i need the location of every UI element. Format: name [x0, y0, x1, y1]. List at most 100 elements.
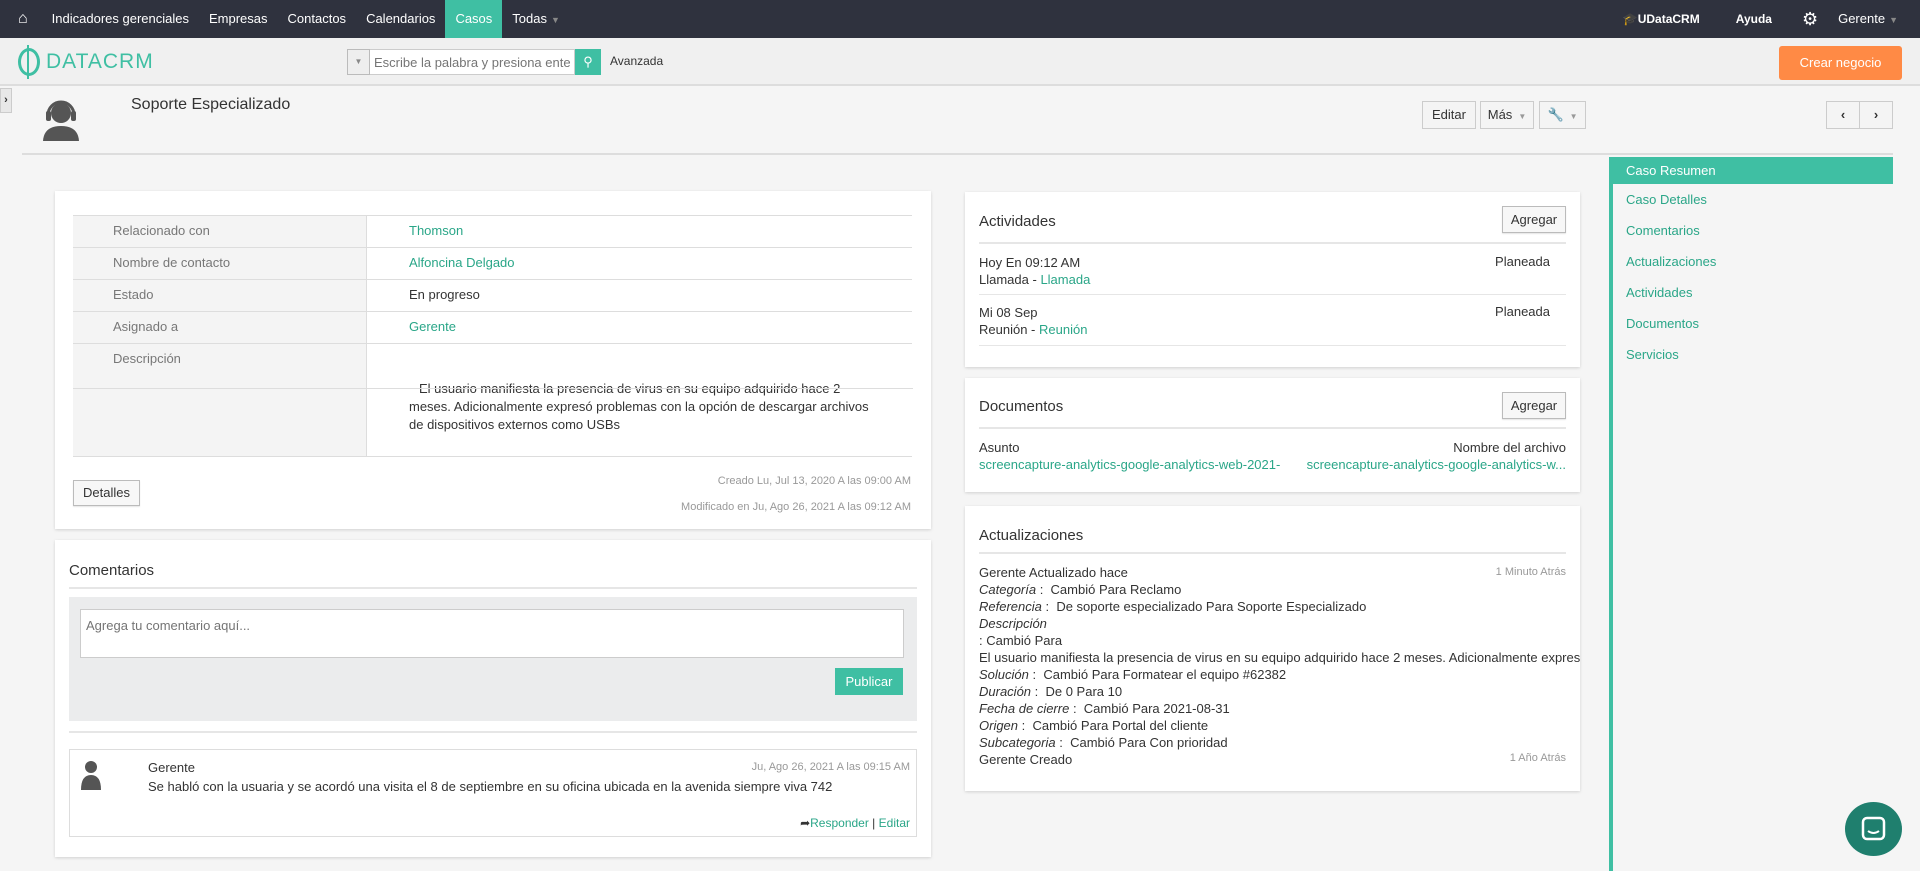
activity-link[interactable]: Llamada: [1040, 272, 1090, 287]
field-label: Estado: [73, 280, 367, 311]
settings-dropdown[interactable]: 🔧▼: [1539, 101, 1586, 129]
update-change: Subcategoria : Cambió Para Con prioridad: [979, 734, 1580, 751]
change-field: Categoría: [979, 582, 1036, 597]
separator: [979, 345, 1566, 346]
publish-button[interactable]: Publicar: [835, 668, 903, 695]
add-document-button[interactable]: Agregar: [1502, 392, 1566, 419]
documents-card: Documentos Agregar Asuntoscreencapture-a…: [965, 378, 1580, 492]
created-time: 1 Año Atrás: [1510, 752, 1566, 764]
field-row: Nombre de contacto Alfoncina Delgado: [73, 248, 912, 280]
create-deal-button[interactable]: Crear negocio: [1779, 46, 1902, 80]
change-field: Descripción: [979, 616, 1047, 631]
advanced-search-link[interactable]: Avanzada: [610, 54, 663, 68]
updates-title: Actualizaciones: [979, 527, 1083, 544]
field-label: Nombre de contacto: [73, 248, 367, 279]
udatacrm-link[interactable]: 🎓UDataCRM: [1613, 0, 1726, 38]
contact-link[interactable]: Alfoncina Delgado: [409, 255, 515, 270]
user-menu[interactable]: Gerente▼: [1828, 0, 1920, 38]
field-label: Asignado a: [73, 312, 367, 343]
gear-icon[interactable]: ⚙: [1792, 0, 1828, 38]
document-file-link[interactable]: screencapture-analytics-google-analytics…: [1307, 457, 1566, 472]
assigned-to-link[interactable]: Gerente: [409, 319, 456, 334]
reply-icon: ➦: [800, 816, 810, 830]
chevron-down-icon: ▼: [551, 15, 560, 25]
comments-title: Comentarios: [69, 562, 154, 579]
field-label: Relacionado con: [73, 216, 367, 247]
nav-item-todas[interactable]: Todas▼: [502, 0, 570, 38]
prev-record-button[interactable]: ‹: [1826, 101, 1860, 129]
more-label: Más: [1488, 107, 1513, 122]
nav-item-casos[interactable]: Casos: [445, 0, 502, 38]
more-button[interactable]: Más ▼: [1480, 101, 1534, 129]
document-subject-link[interactable]: screencapture-analytics-google-analytics…: [979, 457, 1280, 472]
separator: [979, 427, 1566, 429]
subject-header: Asunto: [979, 439, 1280, 456]
summary-table: Relacionado con Thomson Nombre de contact…: [73, 215, 912, 457]
change-field: Duración: [979, 684, 1031, 699]
comment-input[interactable]: [80, 609, 904, 658]
chat-widget-button[interactable]: [1845, 802, 1902, 856]
activities-card: Actividades Agregar Hoy En 09:12 AMLlama…: [965, 192, 1580, 367]
wrench-icon: 🔧: [1547, 107, 1563, 122]
sidebar-item-actividades[interactable]: Actividades: [1613, 277, 1893, 308]
search-input[interactable]: [370, 49, 575, 75]
add-activity-button[interactable]: Agregar: [1502, 206, 1566, 233]
edit-button[interactable]: Editar: [1422, 101, 1476, 129]
separator: [73, 388, 913, 389]
page-title: Soporte Especializado: [131, 96, 290, 114]
next-record-button[interactable]: ›: [1859, 101, 1893, 129]
activity-type: Llamada: [979, 272, 1029, 287]
documents-title: Documentos: [979, 398, 1063, 415]
chevron-down-icon: ▼: [1518, 112, 1526, 121]
field-row: EstadoEn progreso: [73, 280, 912, 312]
home-icon[interactable]: ⌂: [0, 0, 42, 38]
separator: [979, 552, 1566, 554]
nav-item-contactos[interactable]: Contactos: [278, 0, 357, 38]
change-text: Cambió Para Con prioridad: [1070, 735, 1228, 750]
comment-actions: ➦Responder | Editar: [800, 816, 910, 830]
activity-status: Planeada: [1495, 304, 1550, 319]
datacrm-logo[interactable]: DATACRM: [18, 48, 154, 76]
edit-comment-link[interactable]: Editar: [879, 816, 910, 830]
chevron-down-icon: ▼: [1889, 15, 1898, 25]
sidebar-item-caso-resumen[interactable]: Caso Resumen: [1609, 157, 1893, 184]
sidebar-item-comentarios[interactable]: Comentarios: [1613, 215, 1893, 246]
update-time: 1 Minuto Atrás: [1496, 566, 1566, 578]
sidebar-item-actualizaciones[interactable]: Actualizaciones: [1613, 246, 1893, 277]
sidebar-item-caso-detalles[interactable]: Caso Detalles: [1613, 184, 1893, 215]
status-value: En progreso: [367, 280, 912, 311]
activity-when: Mi 08 Sep: [979, 304, 1087, 321]
field-label: Descripción: [73, 344, 367, 456]
comment-item: Gerente Ju, Ago 26, 2021 A las 09:15 AM …: [69, 749, 917, 837]
change-field: Subcategoria: [979, 735, 1056, 750]
separator: [69, 587, 917, 589]
sidebar-item-documentos[interactable]: Documentos: [1613, 308, 1893, 339]
change-description: El usuario manifiesta la presencia de vi…: [979, 649, 1580, 666]
related-to-link[interactable]: Thomson: [409, 223, 463, 238]
activity-link[interactable]: Reunión: [1039, 322, 1087, 337]
user-avatar-icon: [80, 760, 102, 790]
update-header: Gerente Actualizado hace: [979, 564, 1580, 581]
support-agent-icon: [40, 95, 82, 141]
change-field: Referencia: [979, 599, 1042, 614]
chevron-down-icon: ▼: [1570, 112, 1578, 121]
search-button[interactable]: ⚲: [575, 49, 601, 75]
updates-list: Gerente Actualizado hace Categoría : Cam…: [979, 564, 1580, 768]
sidebar-toggle[interactable]: ›: [0, 88, 12, 113]
sidebar-item-servicios[interactable]: Servicios: [1613, 339, 1893, 370]
update-change: Origen : Cambió Para Portal del cliente: [979, 717, 1580, 734]
change-text: Cambió Para Reclamo: [1051, 582, 1182, 597]
chat-icon: [1845, 802, 1902, 856]
update-change: Solución : Cambió Para Formatear el equi…: [979, 666, 1580, 683]
change-field: Solución: [979, 667, 1029, 682]
search-module-dropdown[interactable]: ▼: [347, 49, 370, 75]
details-button[interactable]: Detalles: [73, 480, 140, 506]
nav-item-empresas[interactable]: Empresas: [199, 0, 278, 38]
update-change: Fecha de cierre : Cambió Para 2021-08-31: [979, 700, 1580, 717]
reply-link[interactable]: Responder: [810, 816, 869, 830]
global-search: ▼ ⚲: [347, 49, 601, 75]
nav-item-indicadores[interactable]: Indicadores gerenciales: [42, 0, 199, 38]
help-link[interactable]: Ayuda: [1726, 0, 1792, 38]
nav-item-calendarios[interactable]: Calendarios: [356, 0, 445, 38]
separator: [979, 294, 1566, 295]
